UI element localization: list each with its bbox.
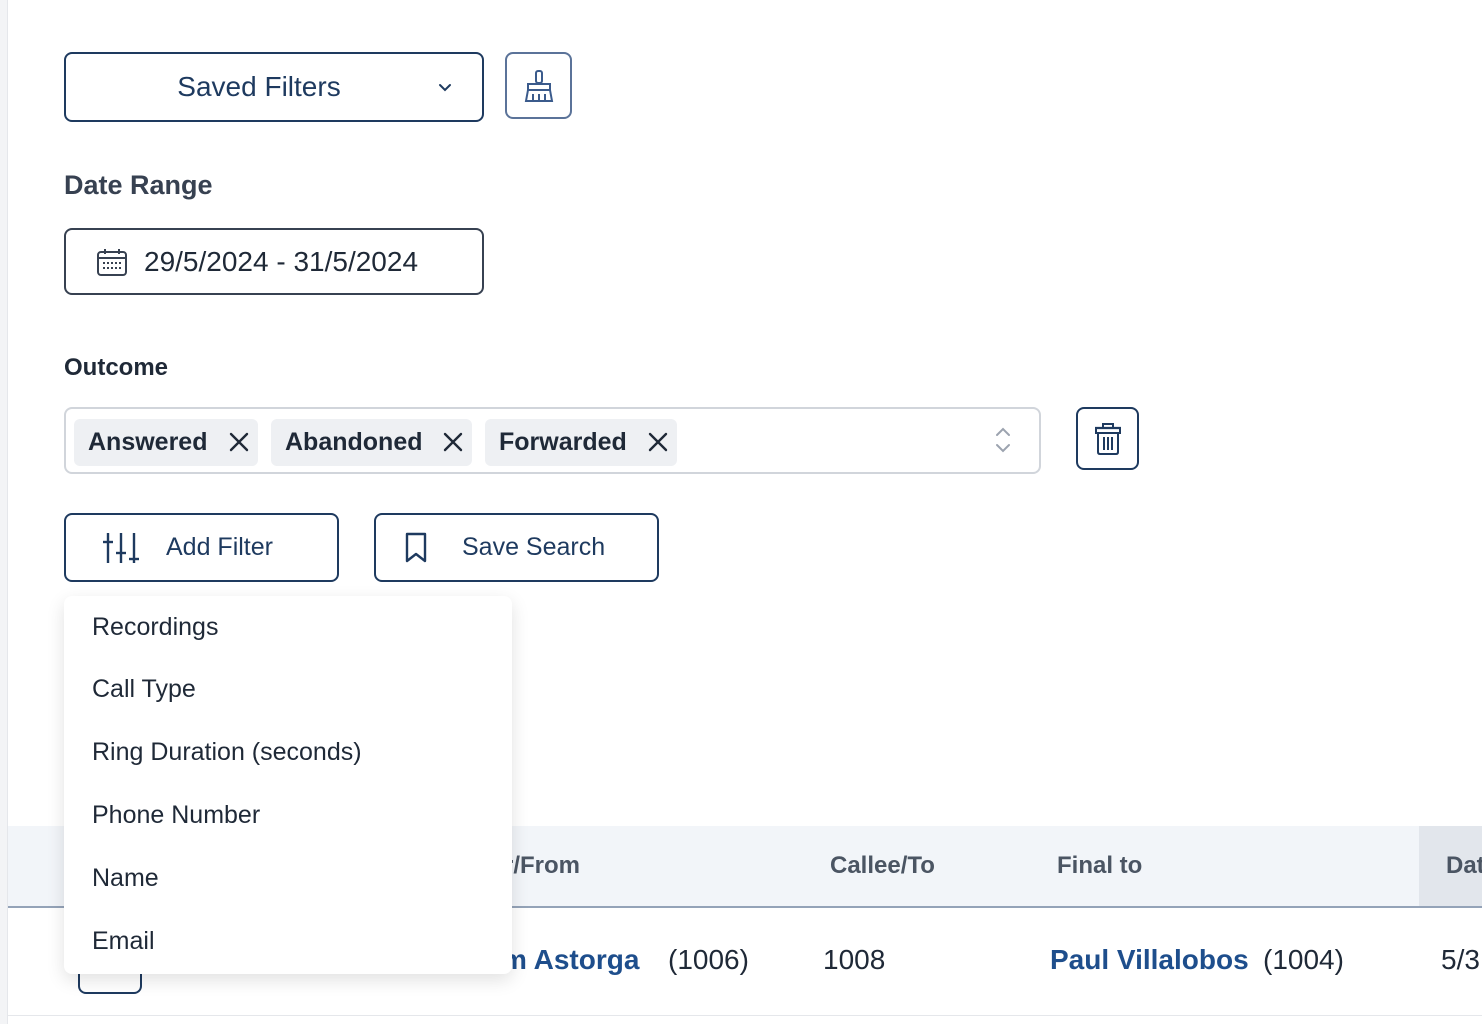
- caller-name-link[interactable]: m Astorga: [502, 944, 639, 976]
- saved-filters-dropdown[interactable]: Saved Filters: [64, 52, 484, 122]
- outcome-chip-forwarded: Forwarded: [485, 419, 677, 466]
- chip-label: Forwarded: [499, 428, 627, 456]
- menu-item-recordings[interactable]: Recordings: [64, 596, 512, 658]
- saved-filters-label: Saved Filters: [177, 71, 341, 102]
- add-filter-menu: Recordings Call Type Ring Duration (seco…: [64, 596, 512, 974]
- clear-filters-button[interactable]: [505, 52, 572, 119]
- remove-chip-icon[interactable]: [442, 431, 464, 453]
- add-filter-button[interactable]: Add Filter: [64, 513, 339, 582]
- save-search-button[interactable]: Save Search: [374, 513, 659, 582]
- chevron-down-icon: [439, 84, 451, 92]
- outcome-chip-abandoned: Abandoned: [271, 419, 472, 466]
- outcome-multiselect[interactable]: Answered Abandoned Forwarded: [64, 407, 1041, 474]
- add-filter-label: Add Filter: [166, 533, 273, 561]
- trash-icon: [1094, 422, 1121, 455]
- bookmark-icon: [405, 532, 427, 562]
- left-edge-divider: [0, 0, 8, 1024]
- menu-item-name[interactable]: Name: [64, 847, 512, 910]
- chip-label: Abandoned: [285, 428, 423, 456]
- date-range-label: Date Range: [64, 170, 213, 200]
- column-caller-from[interactable]: r/From: [504, 852, 580, 880]
- caller-extension: (1006): [668, 944, 749, 975]
- menu-item-email[interactable]: Email: [64, 910, 512, 973]
- column-date[interactable]: Dat: [1446, 852, 1482, 880]
- column-callee-to[interactable]: Callee/To: [830, 852, 935, 880]
- remove-chip-icon[interactable]: [228, 431, 250, 453]
- sliders-icon: [103, 532, 139, 563]
- outcome-chip-answered: Answered: [74, 419, 258, 466]
- column-final-to[interactable]: Final to: [1057, 852, 1142, 880]
- outcome-label: Outcome: [64, 354, 169, 381]
- date-range-value: 29/5/2024 - 31/5/2024: [144, 245, 419, 277]
- date-range-input[interactable]: 29/5/2024 - 31/5/2024: [64, 228, 484, 295]
- save-search-label: Save Search: [462, 533, 606, 561]
- final-to-extension: (1004): [1263, 944, 1344, 975]
- menu-item-ring-duration[interactable]: Ring Duration (seconds): [64, 721, 512, 784]
- delete-outcome-filter-button[interactable]: [1076, 407, 1139, 470]
- broom-icon: [524, 69, 553, 102]
- select-toggle-icon[interactable]: [995, 425, 1011, 455]
- menu-item-phone-number[interactable]: Phone Number: [64, 784, 512, 847]
- calendar-icon: [97, 248, 127, 276]
- final-to-name-link[interactable]: Paul Villalobos: [1050, 944, 1249, 976]
- remove-chip-icon[interactable]: [647, 431, 669, 453]
- chip-label: Answered: [88, 428, 208, 456]
- callee-number: 1008: [823, 944, 886, 975]
- call-date: 5/3: [1441, 944, 1480, 975]
- menu-item-call-type[interactable]: Call Type: [64, 658, 512, 721]
